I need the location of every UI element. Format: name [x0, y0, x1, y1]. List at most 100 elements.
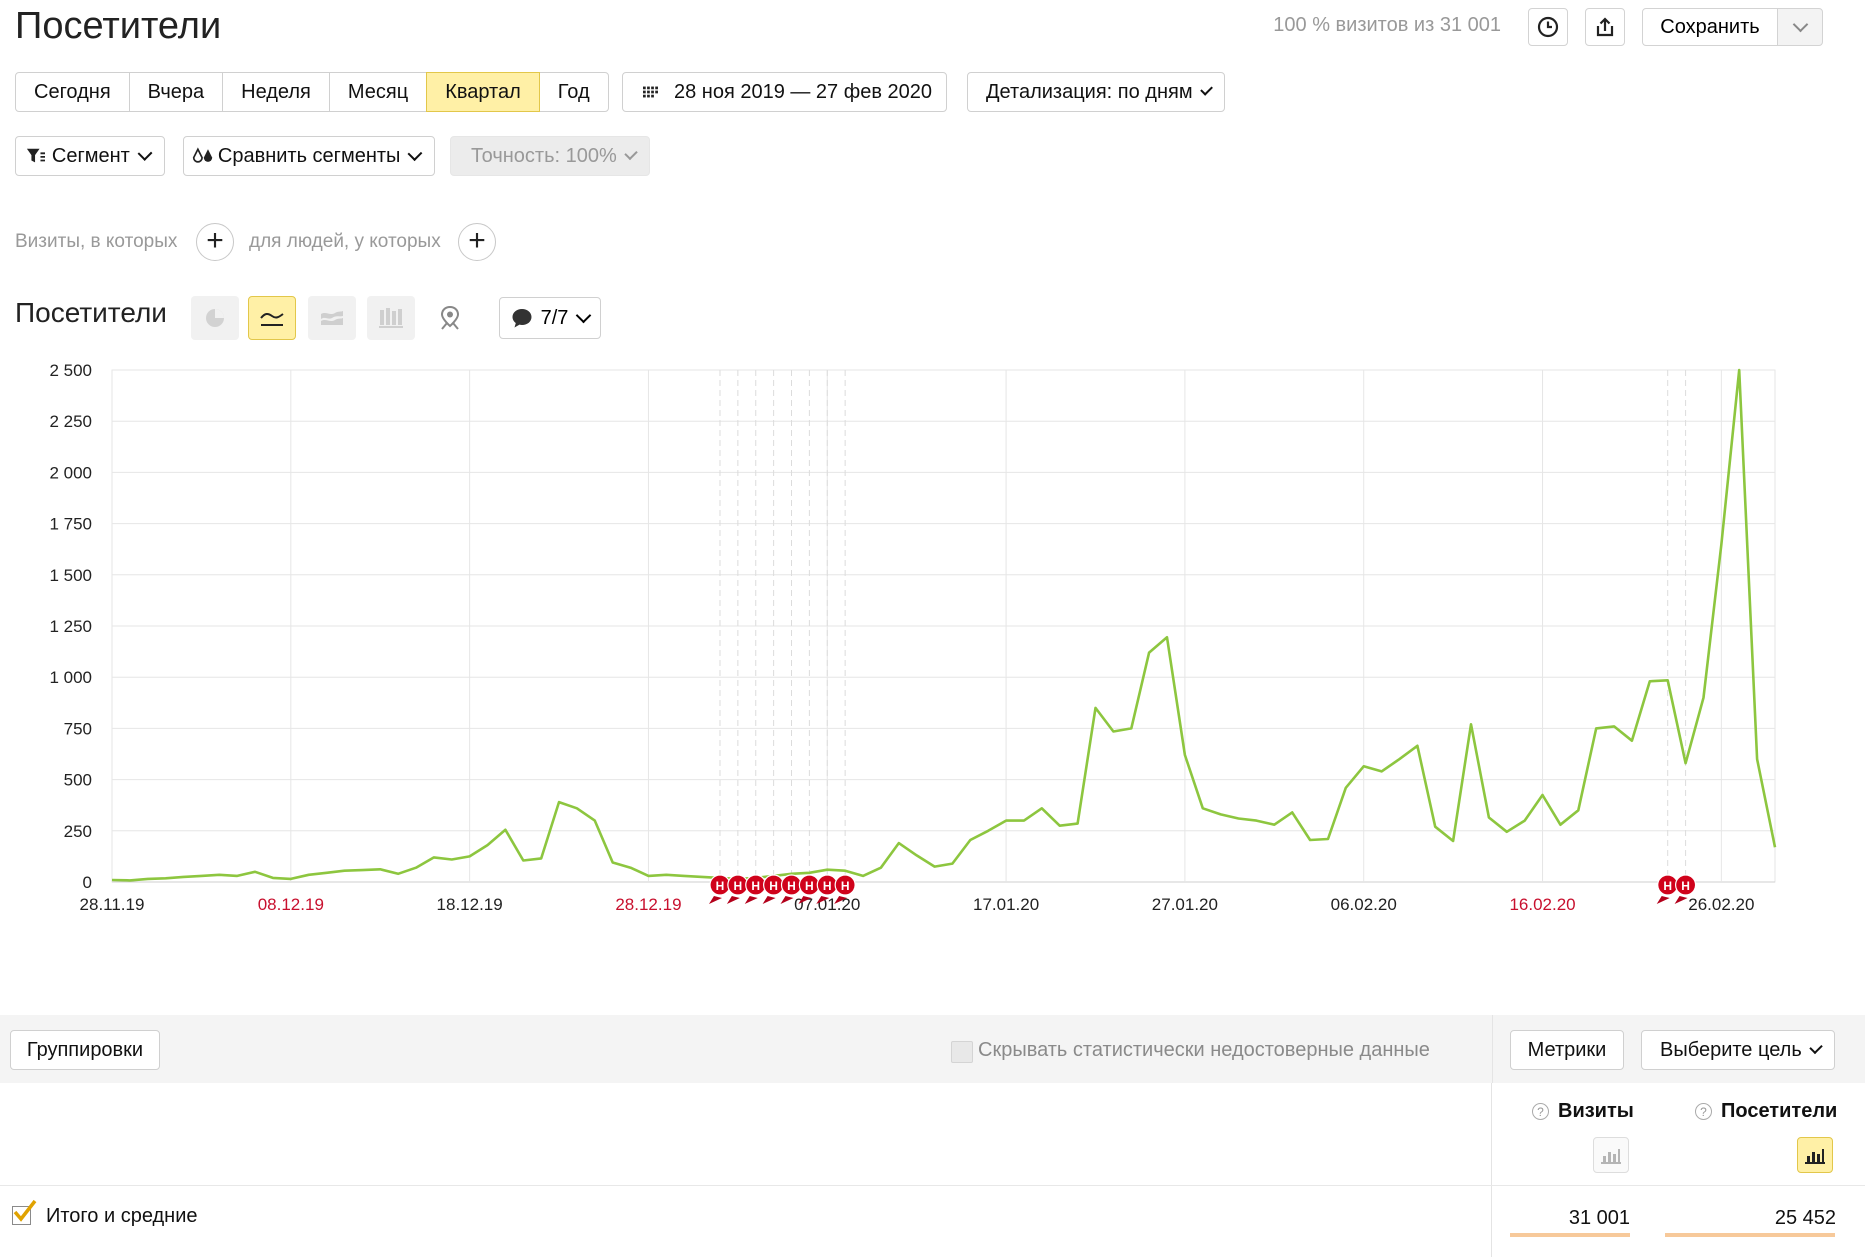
hide-unreliable-checkbox[interactable] [951, 1041, 973, 1063]
chart-type-bar-button[interactable] [367, 296, 415, 340]
help-icon[interactable]: ? [1695, 1103, 1712, 1120]
goal-label: Выберите цель [1660, 1038, 1802, 1061]
y-tick-label: 2 250 [49, 412, 92, 431]
save-label: Сохранить [1660, 15, 1760, 38]
period-year[interactable]: Год [538, 72, 609, 112]
accuracy-dropdown[interactable]: Точность: 100% [450, 136, 650, 176]
period-month[interactable]: Месяц [328, 72, 428, 112]
holiday-marker-label: Н [787, 879, 796, 893]
table-header-separator [0, 1185, 1865, 1186]
groupings-label: Группировки [26, 1038, 144, 1061]
period-yesterday[interactable]: Вчера [128, 72, 224, 112]
page-title: Посетители [15, 5, 222, 47]
visitors-chart-toggle[interactable] [1797, 1137, 1833, 1173]
chevron-down-icon [1199, 82, 1213, 96]
bar-chart-icon [1805, 1149, 1825, 1164]
y-tick-label: 2 500 [49, 361, 92, 380]
segment-label: Сегмент [51, 144, 130, 167]
holiday-marker-label: Н [841, 879, 850, 893]
holiday-marker-tail [780, 896, 794, 904]
line-chart-icon [260, 312, 284, 326]
total-visits-bar [1510, 1233, 1630, 1237]
chevron-down-icon [1792, 16, 1808, 32]
notes-count: 7/7 [540, 306, 569, 329]
date-range-label: 28 ноя 2019 — 27 фев 2020 [673, 80, 932, 103]
x-tick-label: 16.02.20 [1509, 895, 1575, 914]
calendar-grid-icon [643, 86, 658, 98]
chart-type-area-button[interactable] [308, 296, 356, 340]
compare-segments-button[interactable]: Сравнить сегменты [183, 136, 435, 176]
y-axis: 0 250 500 750 1 000 1 250 1 500 1 750 2 000 2 250… [49, 361, 92, 892]
y-tick-label: 0 [83, 873, 92, 892]
goal-dropdown[interactable]: Выберите цель [1641, 1030, 1835, 1070]
period-quarter[interactable]: Квартал [426, 72, 540, 112]
totals-label: Итого и средние [46, 1205, 198, 1227]
x-tick-label: 17.01.20 [973, 895, 1039, 914]
compare-label: Сравнить сегменты [217, 144, 401, 167]
holiday-marker-label: Н [1681, 879, 1690, 893]
date-range-picker[interactable]: 28 ноя 2019 — 27 фев 2020 [622, 72, 947, 112]
period-week[interactable]: Неделя [222, 72, 330, 112]
save-button[interactable]: Сохранить [1642, 8, 1778, 46]
bar-chart-icon [1601, 1149, 1621, 1164]
accuracy-label: Точность: 100% [471, 144, 617, 167]
holiday-marker-tail [1674, 896, 1688, 904]
chevron-down-icon [576, 307, 592, 323]
visitors-series-line [111, 368, 1777, 882]
holiday-marker-label: Н [751, 879, 760, 893]
chart-type-line-button[interactable] [248, 296, 296, 340]
history-button[interactable] [1528, 8, 1568, 46]
holiday-marker-label: Н [823, 879, 832, 893]
chart-type-map-button[interactable] [426, 296, 474, 340]
save-dropdown-button[interactable] [1777, 8, 1823, 46]
x-tick-label: 26.02.20 [1688, 895, 1754, 914]
holiday-marker-tail [744, 896, 758, 904]
period-today[interactable]: Сегодня [15, 72, 130, 112]
y-tick-label: 1 750 [49, 515, 92, 534]
x-tick-label: 28.11.19 [80, 895, 145, 914]
area-chart-icon [321, 311, 343, 325]
chart-title: Посетители [15, 297, 167, 328]
holiday-marker[interactable]: Н [726, 874, 749, 904]
holiday-marker[interactable]: Н [708, 874, 731, 904]
groupings-button[interactable]: Группировки [10, 1030, 160, 1070]
pie-chart-icon [206, 309, 224, 327]
y-tick-label: 500 [64, 771, 92, 790]
add-people-condition-button[interactable]: + [458, 223, 496, 261]
column-label-visits: Визиты [1558, 1100, 1634, 1122]
detail-dropdown[interactable]: Детализация: по дням [967, 72, 1225, 112]
visitors-line-chart: 0 250 500 750 1 000 1 250 1 500 1 750 2 000 2 250… [49, 361, 1777, 914]
holiday-marker[interactable]: Н [762, 874, 785, 904]
column-header-visitors[interactable]: ? Посетители [1695, 1100, 1837, 1123]
segment-button[interactable]: Сегмент [15, 136, 165, 176]
holiday-marker-label: Н [769, 879, 778, 893]
y-tick-label: 1 000 [49, 668, 92, 687]
notes-dropdown[interactable]: 7/7 [499, 297, 601, 339]
table-column-divider [1491, 1083, 1492, 1257]
total-visitors-bar [1665, 1233, 1835, 1237]
totals-checkbox[interactable] [12, 1199, 37, 1225]
metrics-label: Метрики [1527, 1038, 1607, 1061]
visits-chart-toggle[interactable] [1593, 1137, 1629, 1173]
holiday-marker-tail [726, 896, 740, 904]
holiday-marker[interactable]: Н [744, 874, 767, 904]
compare-drops-icon [192, 147, 213, 163]
chart-gridlines [111, 369, 1776, 883]
chevron-down-icon [137, 145, 153, 161]
y-tick-label: 750 [64, 719, 92, 738]
holiday-marker-label: Н [1663, 879, 1672, 893]
x-tick-label: 18.12.19 [437, 895, 503, 914]
column-header-visits[interactable]: ? Визиты [1532, 1100, 1634, 1123]
metrics-button[interactable]: Метрики [1510, 1030, 1624, 1070]
bar-chart-icon [379, 308, 403, 328]
visits-sample-info: 100 % визитов из 31 001 [1273, 14, 1501, 36]
chart-type-pie-button[interactable] [191, 296, 239, 340]
export-button[interactable] [1585, 8, 1625, 46]
visits-condition-label: Визиты, в которых [15, 231, 178, 252]
filter-icon [26, 148, 46, 163]
help-icon[interactable]: ? [1532, 1103, 1549, 1120]
y-tick-label: 1 250 [49, 617, 92, 636]
holiday-marker[interactable]: Н [1656, 874, 1679, 904]
add-visit-condition-button[interactable]: + [196, 223, 234, 261]
x-tick-label: 27.01.20 [1152, 895, 1218, 914]
